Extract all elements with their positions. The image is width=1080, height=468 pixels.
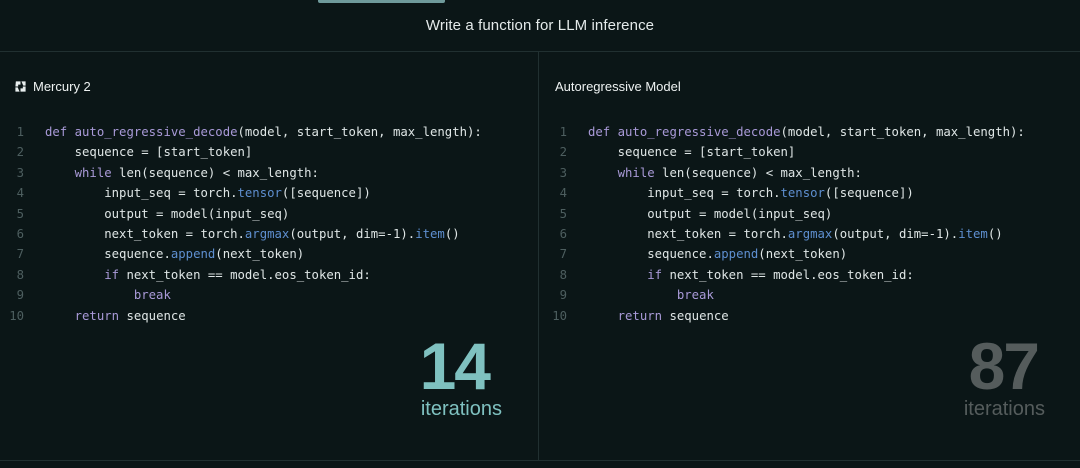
code-line: 6 next_token = torch.argmax(output, dim=… [0,224,482,244]
line-number: 10 [9,308,24,323]
code-text: input_seq = torch.tensor([sequence]) [104,186,371,201]
code-line: 8 if next_token == model.eos_token_id: [0,265,482,285]
code-line: 2 sequence = [start_token] [543,142,1025,162]
code-line: 1 def auto_regressive_decode(model, start… [0,122,482,142]
code-line: 10 return sequence [543,306,1025,326]
code-line: 7 sequence.append(next_token) [543,244,1025,264]
code-line: 5 output = model(input_seq) [0,204,482,224]
code-text: sequence.append(next_token) [647,247,848,262]
line-number: 1 [16,125,24,139]
line-number: 6 [16,226,24,241]
line-number: 7 [16,247,24,262]
line-number: 2 [16,145,24,160]
iteration-label: iterations [420,398,502,420]
code-text: def auto_regressive_decode(model, start_… [588,125,1025,139]
code-line: 7 sequence.append(next_token) [0,244,482,264]
code-text: sequence.append(next_token) [104,247,305,262]
code-line: 3 while len(sequence) < max_length: [0,163,482,183]
code-line: 6 next_token = torch.argmax(output, dim=… [543,224,1025,244]
autoregressive-panel: Autoregressive Model 1 def auto_regressiv… [539,52,1080,460]
code-text: if next_token == model.eos_token_id: [104,267,371,282]
line-number: 8 [16,267,24,282]
code-line: 1 def auto_regressive_decode(model, start… [543,122,1025,142]
line-number: 7 [559,247,567,262]
line-number: 4 [16,186,24,201]
prompt-header: Write a function for LLM inference [0,0,1080,52]
code-text: return sequence [74,308,186,323]
code-block: 1 def auto_regressive_decode(model, start… [543,122,1025,326]
code-text: while len(sequence) < max_length: [617,165,862,180]
code-line: 2 sequence = [start_token] [0,142,482,162]
line-number: 2 [559,145,567,160]
line-number: 5 [559,206,567,221]
code-text: break [676,288,714,303]
code-text: def auto_regressive_decode(model, start_… [45,125,482,139]
code-block: 1 def auto_regressive_decode(model, start… [0,122,482,326]
code-text: break [133,288,171,303]
code-line: 5 output = model(input_seq) [543,204,1025,224]
code-line: 10 return sequence [0,306,482,326]
line-number: 3 [559,165,567,180]
line-number: 4 [559,186,567,201]
panel-title: Mercury 2 [33,79,91,94]
code-line: 8 if next_token == model.eos_token_id: [543,265,1025,285]
line-number: 9 [559,288,567,303]
code-text: sequence = [start_token] [74,145,253,160]
code-text: while len(sequence) < max_length: [74,165,319,180]
prompt-title: Write a function for LLM inference [425,17,655,34]
panel-title: Autoregressive Model [555,79,681,94]
code-text: sequence = [start_token] [617,145,796,160]
mercury-panel-header: Mercury 2 [14,79,91,94]
code-text: if next_token == model.eos_token_id: [647,267,914,282]
line-number: 5 [16,206,24,221]
code-line: 4 input_seq = torch.tensor([sequence]) [0,183,482,203]
bottom-border [0,460,1080,461]
line-number: 6 [559,226,567,241]
iteration-count: 87 [968,329,1040,403]
code-text: output = model(input_seq) [104,206,290,221]
line-number: 9 [16,288,24,303]
iteration-count: 14 [419,329,491,403]
code-line: 4 input_seq = torch.tensor([sequence]) [543,183,1025,203]
code-text: output = model(input_seq) [647,206,833,221]
mercury-panel: Mercury 2 1 def auto_regressive_decode(mo… [0,52,538,460]
iteration-label: iterations [963,398,1045,420]
line-number: 1 [559,125,567,139]
code-line: 9 break [0,285,482,305]
code-line: 9 break [543,285,1025,305]
autoregressive-panel-header: Autoregressive Model [555,79,681,94]
code-text: next_token = torch.argmax(output, dim=-1… [104,226,460,241]
code-line: 3 while len(sequence) < max_length: [543,163,1025,183]
mercury-logo-icon [15,81,26,92]
code-text: next_token = torch.argmax(output, dim=-1… [647,226,1003,241]
line-number: 8 [559,267,567,282]
line-number: 3 [16,165,24,180]
code-text: return sequence [617,308,729,323]
code-text: input_seq = torch.tensor([sequence]) [647,186,914,201]
line-number: 10 [552,308,567,323]
